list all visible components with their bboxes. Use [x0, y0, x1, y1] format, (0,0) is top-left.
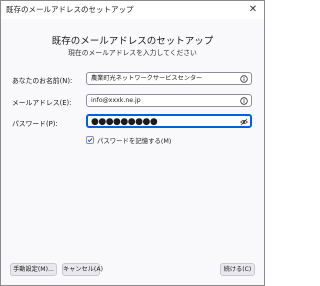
password-field[interactable]: ●●●●●●●●● [86, 114, 252, 128]
password-label: パスワード(P): [12, 120, 58, 128]
remember-password-label[interactable]: パスワードを記憶する(M) [97, 136, 171, 145]
page-subtitle: 現在のメールアドレスを入力してください [68, 49, 197, 57]
cancel-button[interactable]: キャンセル(A) [62, 263, 103, 276]
name-field[interactable]: 農業町光ネットワークサービスセンター [86, 72, 252, 85]
info-icon[interactable] [240, 97, 248, 105]
email-label: メールアドレス(E): [12, 99, 72, 107]
name-value: 農業町光ネットワークサービスセンター [91, 75, 203, 82]
eye-slash-icon[interactable] [240, 118, 248, 126]
checkmark-icon [87, 138, 93, 143]
info-icon[interactable] [240, 75, 248, 83]
title-bar: 既存のメールアドレスのセットアップ ✕ [1, 1, 264, 19]
email-field[interactable]: info@xxxk.ne.jp [86, 94, 252, 107]
page-title: 既存のメールアドレスのセットアップ [51, 36, 214, 47]
email-value: info@xxxk.ne.jp [91, 97, 141, 104]
window-title: 既存のメールアドレスのセットアップ [6, 5, 134, 14]
continue-button[interactable]: 続ける(C) [220, 263, 255, 276]
remember-password-checkbox[interactable] [86, 136, 94, 144]
password-value: ●●●●●●●●● [91, 117, 158, 127]
setup-dialog: 既存のメールアドレスのセットアップ ✕ 既存のメールアドレスのセットアップ 現在… [0, 0, 265, 286]
name-label: あなたのお名前(N): [12, 77, 73, 85]
manual-config-button[interactable]: 手動設定(M)... [10, 263, 57, 276]
close-icon[interactable]: ✕ [246, 3, 260, 17]
